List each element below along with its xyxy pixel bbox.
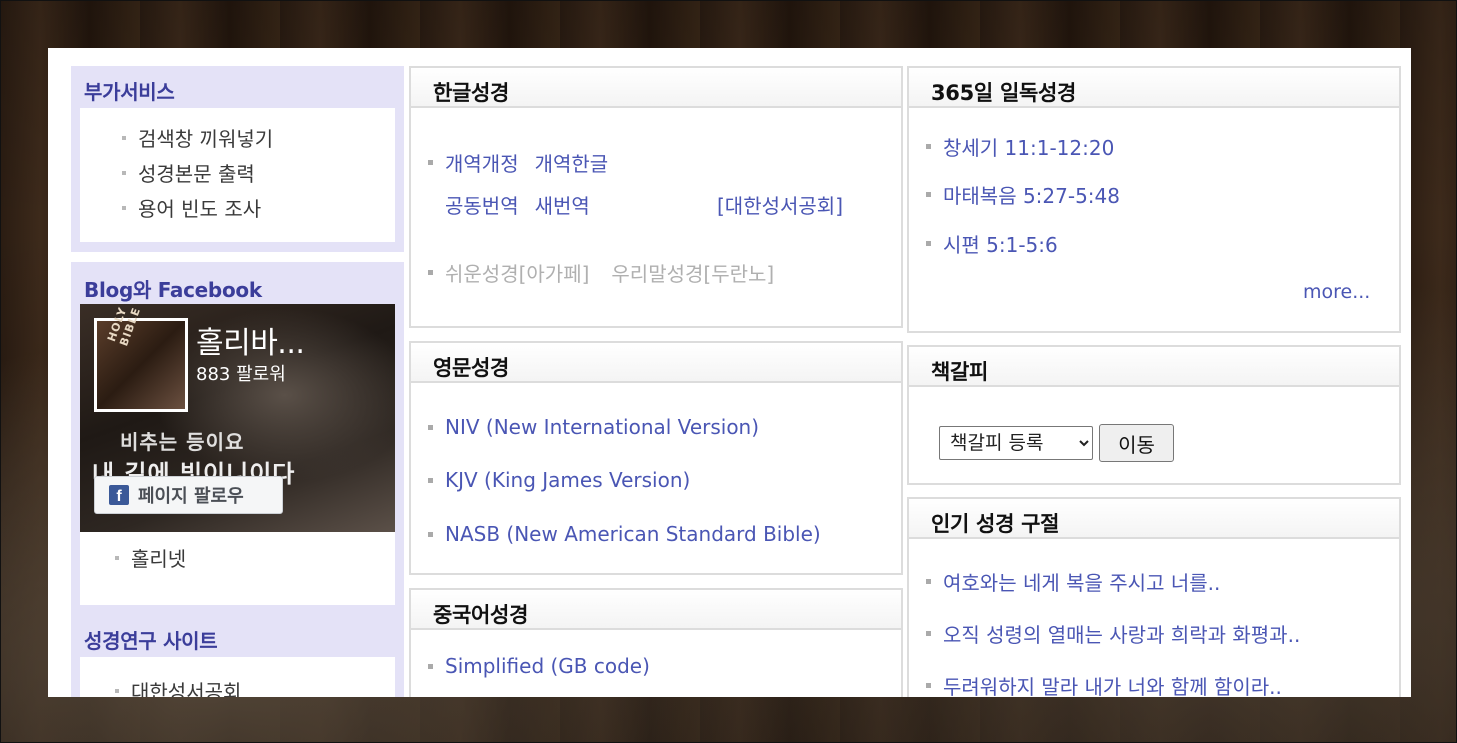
bullet-icon [926, 192, 931, 197]
link-revised-new[interactable]: 개역개정 [445, 148, 519, 177]
popular-verse-item-3: 두려워하지 말라 내가 너와 함께 함이라.. [926, 671, 1298, 697]
daily-reading-item-1: 창세기 11:1-12:20 [926, 132, 1130, 161]
bullet-icon [926, 683, 931, 688]
daily-reading-item-3: 시편 5:1-5:6 [926, 229, 1074, 258]
korean-bible-panel: 한글성경 개역개정 개역한글 공동번역 새번역 [대한성서공회] 쉬운성경[아가… [409, 66, 903, 328]
link-revised-korean[interactable]: 개역한글 [535, 148, 609, 177]
bullet-icon [926, 631, 931, 636]
research-inner: 대한성서공회 [80, 657, 395, 697]
blog-links: 홀리넷 [80, 532, 395, 605]
services-inner: 검색창 끼워넣기 성경본문 출력 용어 빈도 조사 [80, 108, 395, 242]
bullet-icon [926, 241, 931, 246]
daily-reading-title: 365일 일독성경 [931, 81, 1077, 105]
english-bible-item-nasb: NASB (New American Standard Bible) [428, 522, 837, 546]
services-item-word-frequency[interactable]: 용어 빈도 조사 [122, 190, 273, 225]
chinese-bible-title: 중국어성경 [433, 603, 529, 627]
fb-page-name[interactable]: 홀리바... [196, 318, 305, 362]
blog-box: Blog와 Facebook 비추는 등이요 내 길에 빛이니이다 HOLY B… [71, 262, 404, 615]
bullet-icon [428, 531, 433, 537]
link-new-translation[interactable]: 새번역 [535, 190, 590, 219]
blog-link-holynet[interactable]: 홀리넷 [115, 540, 186, 575]
bookmark-select[interactable]: 책갈피 등록 [939, 426, 1093, 460]
facebook-icon: f [109, 485, 129, 505]
services-box: 부가서비스 검색창 끼워넣기 성경본문 출력 용어 빈도 조사 [71, 66, 404, 252]
main-content: 부가서비스 검색창 끼워넣기 성경본문 출력 용어 빈도 조사 Blog와 Fa… [48, 48, 1411, 697]
korean-bible-row-1: 개역개정 개역한글 [428, 148, 624, 177]
fb-thumb-text: HOLY BIBLE [105, 305, 144, 348]
popular-verses-header: 인기 성경 구절 [909, 499, 1399, 539]
chinese-bible-header: 중국어성경 [411, 590, 901, 630]
bullet-icon [926, 144, 931, 149]
english-bible-item-niv: NIV (New International Version) [428, 415, 775, 439]
korean-bible-row-2: 공동번역 새번역 [445, 190, 606, 219]
services-title: 부가서비스 [84, 80, 175, 104]
bookmark-panel: 책갈피 책갈피 등록 이동 [907, 345, 1401, 485]
link-woorimal-bible[interactable]: 우리말성경[두란노] [611, 258, 774, 287]
bullet-icon [122, 205, 126, 210]
daily-reading-more-link[interactable]: more... [1303, 281, 1386, 303]
fb-followers-count: 883 팔로워 [196, 364, 286, 385]
research-title: 성경연구 사이트 [84, 629, 218, 653]
fb-page-avatar[interactable]: HOLY BIBLE [94, 305, 188, 412]
fb-follow-button[interactable]: f 페이지 팔로우 [94, 476, 283, 514]
link-easy-bible[interactable]: 쉬운성경[아가페] [445, 258, 589, 287]
daily-reading-panel: 365일 일독성경 창세기 11:1-12:20 마태복음 5:27-5:48 … [907, 66, 1401, 333]
link-common-translation[interactable]: 공동번역 [445, 190, 519, 219]
korean-bible-row-3: 쉬운성경[아가페] 우리말성경[두란노] [428, 258, 774, 287]
popular-verse-item-2: 오직 성령의 열매는 사랑과 희락과 화평과.. [926, 619, 1316, 648]
english-bible-item-kjv: KJV (King James Version) [428, 468, 706, 492]
bullet-icon [428, 663, 433, 669]
bookmark-go-button[interactable]: 이동 [1099, 424, 1174, 462]
bullet-icon [428, 160, 433, 165]
bullet-icon [428, 477, 433, 483]
bullet-icon [115, 555, 119, 560]
services-item-embed-search[interactable]: 검색창 끼워넣기 [122, 120, 273, 155]
bookmark-header: 책갈피 [909, 347, 1399, 387]
english-bible-header: 영문성경 [411, 343, 901, 383]
daily-reading-item-2: 마태복음 5:27-5:48 [926, 180, 1136, 209]
popular-verse-item-1: 여호와는 네게 복을 주시고 너를.. [926, 567, 1236, 596]
services-item-print-text[interactable]: 성경본문 출력 [122, 155, 273, 190]
bullet-icon [428, 424, 433, 430]
publisher-label[interactable]: [대한성서공회] [717, 190, 859, 219]
bullet-icon [428, 270, 433, 275]
research-box: 성경연구 사이트 대한성서공회 [71, 615, 404, 697]
bookmark-title: 책갈피 [931, 360, 989, 384]
chinese-bible-item-simplified: Simplified (GB code) [428, 654, 666, 678]
korean-bible-title: 한글성경 [433, 81, 510, 105]
bullet-icon [115, 688, 119, 693]
facebook-widget[interactable]: 비추는 등이요 내 길에 빛이니이다 HOLY BIBLE 홀리바... 883… [80, 304, 395, 532]
english-bible-title: 영문성경 [433, 356, 510, 380]
fb-cover-text-1: 비추는 등이요 [120, 430, 245, 454]
services-list: 검색창 끼워넣기 성경본문 출력 용어 빈도 조사 [122, 120, 273, 225]
research-link-bible-society[interactable]: 대한성서공회 [115, 673, 241, 697]
korean-bible-header: 한글성경 [411, 68, 901, 108]
chinese-bible-panel: 중국어성경 Simplified (GB code) [409, 588, 903, 697]
popular-verses-panel: 인기 성경 구절 여호와는 네게 복을 주시고 너를.. 오직 성령의 열매는 … [907, 497, 1401, 697]
blog-title: Blog와 Facebook [84, 278, 262, 302]
english-bible-panel: 영문성경 NIV (New International Version) KJV… [409, 341, 903, 575]
bullet-icon [926, 579, 931, 584]
daily-reading-header: 365일 일독성경 [909, 68, 1399, 108]
bullet-icon [122, 170, 126, 175]
bullet-icon [122, 135, 126, 140]
popular-verses-title: 인기 성경 구절 [931, 512, 1060, 536]
